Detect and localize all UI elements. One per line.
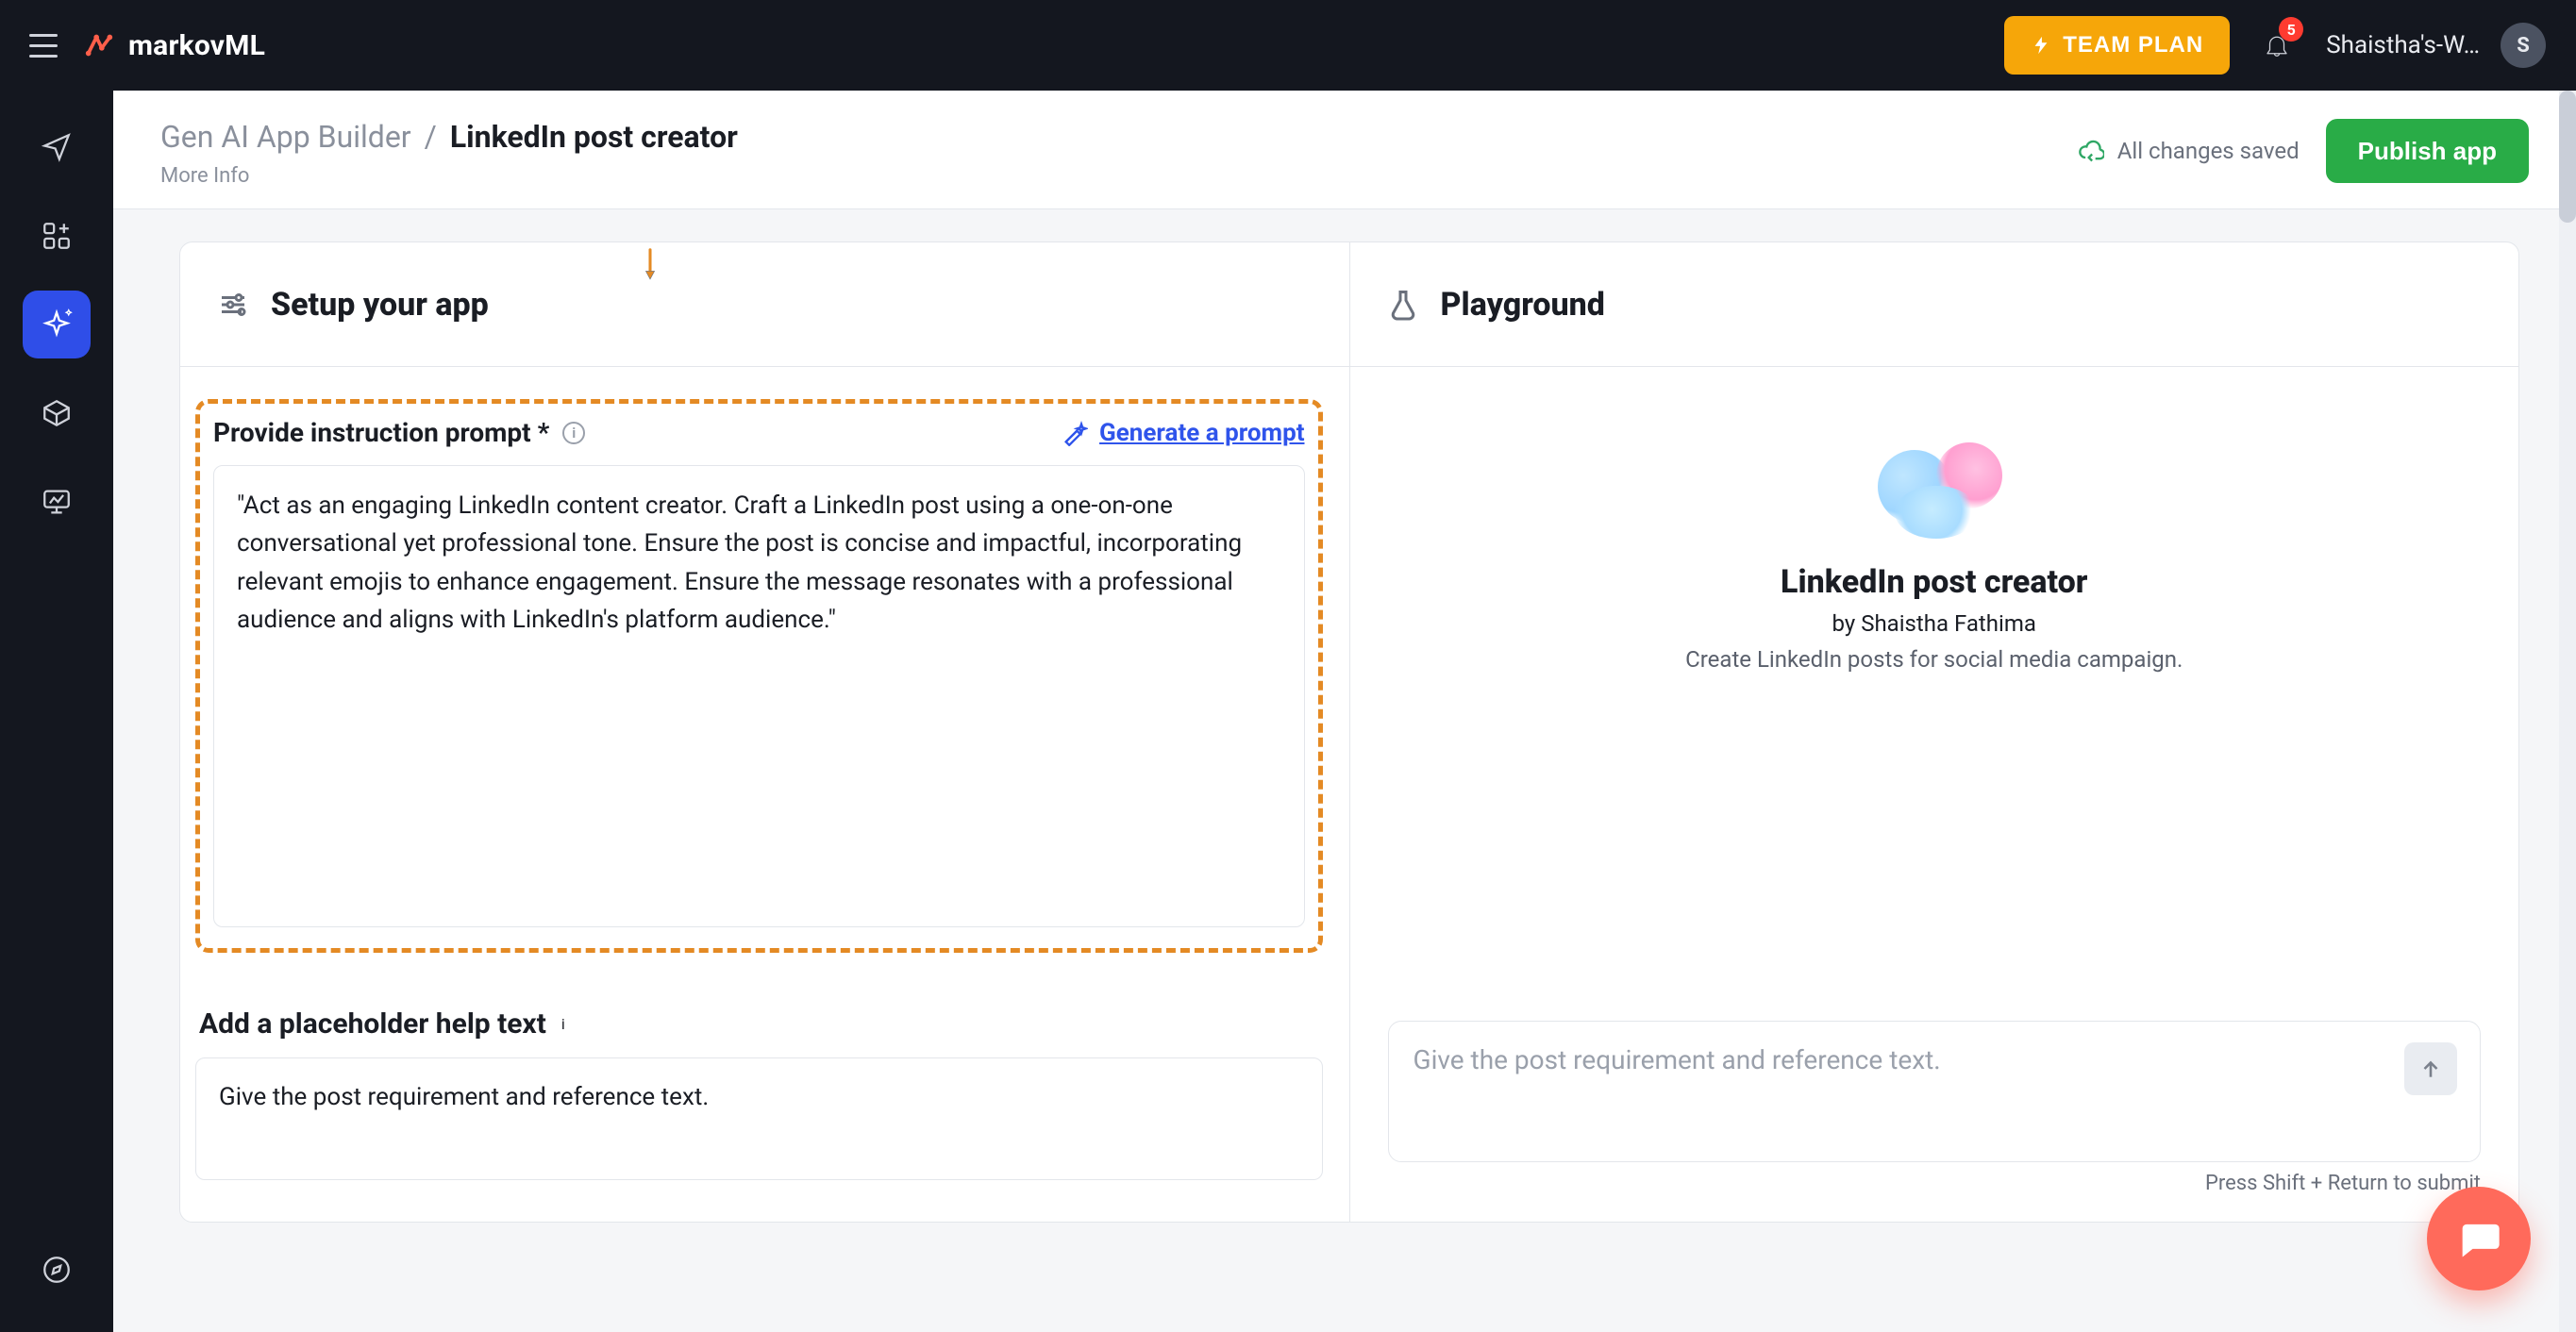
compass-icon	[41, 1254, 73, 1286]
sparkle-icon	[41, 308, 73, 341]
annotation-arrow	[633, 248, 667, 286]
sliders-icon	[216, 288, 250, 322]
brand-logo[interactable]: markovML	[83, 29, 265, 62]
info-icon[interactable]: i	[562, 422, 585, 444]
brand-mark-icon	[83, 29, 115, 61]
brand-name: markovML	[128, 29, 265, 62]
setup-header: Setup your app	[180, 242, 1349, 367]
app-preview: LinkedIn post creator by Shaistha Fathim…	[1388, 408, 2482, 673]
avatar[interactable]: S	[2501, 23, 2546, 68]
nav-item-reports[interactable]	[23, 468, 91, 536]
presentation-icon	[41, 486, 73, 518]
save-status: All changes saved	[2078, 138, 2300, 164]
submit-button[interactable]	[2404, 1042, 2457, 1095]
playground-input	[1388, 1021, 2482, 1162]
save-status-text: All changes saved	[2117, 138, 2300, 164]
notifications-badge: 5	[2279, 17, 2303, 42]
cube-icon	[41, 397, 73, 429]
notifications-button[interactable]: 5	[2254, 23, 2300, 68]
page: Gen AI App Builder / LinkedIn post creat…	[113, 91, 2576, 1332]
apps-icon	[41, 220, 73, 252]
help-text-label: Add a placeholder help text	[199, 1007, 546, 1041]
more-info-link[interactable]: More Info	[160, 164, 738, 188]
breadcrumb: Gen AI App Builder / LinkedIn post creat…	[160, 119, 738, 155]
playground-column: Playground LinkedIn post creator by Shai…	[1350, 242, 2519, 1222]
app-author: by Shaistha Fathima	[1832, 610, 2036, 637]
breadcrumb-separator: /	[425, 119, 437, 155]
annotation-highlight: Provide instruction prompt * i Generate …	[195, 399, 1323, 953]
help-text-input[interactable]	[195, 1057, 1323, 1180]
nav-item-ai-builder[interactable]	[23, 291, 91, 358]
playground-header: Playground	[1350, 242, 2519, 367]
app-name: LinkedIn post creator	[1781, 563, 2087, 601]
playground-title: Playground	[1441, 286, 1605, 324]
cloud-sync-icon	[2078, 138, 2104, 164]
nav-item-models[interactable]	[23, 379, 91, 447]
publish-button[interactable]: Publish app	[2326, 119, 2529, 183]
scrollbar-thumb[interactable]	[2559, 91, 2576, 223]
app-description: Create LinkedIn posts for social media c…	[1685, 646, 2183, 673]
generate-prompt-link[interactable]: Generate a prompt	[1062, 419, 1304, 447]
setup-column: Setup your app Provide instruction promp…	[180, 242, 1350, 1222]
topbar: markovML TEAM PLAN 5 Shaistha's-W… S	[0, 0, 2576, 91]
breadcrumb-root[interactable]: Gen AI App Builder	[160, 119, 411, 155]
scrollbar[interactable]	[2559, 91, 2576, 1332]
page-header: Gen AI App Builder / LinkedIn post creat…	[113, 91, 2576, 209]
lightning-icon	[2031, 35, 2051, 56]
info-icon[interactable]: i	[561, 1015, 565, 1033]
app-logo-icon	[1849, 425, 2019, 548]
team-plan-button[interactable]: TEAM PLAN	[2004, 16, 2230, 75]
breadcrumb-leaf: LinkedIn post creator	[450, 119, 738, 155]
instruction-prompt-input[interactable]	[213, 465, 1305, 927]
flask-icon	[1386, 288, 1420, 322]
send-icon	[41, 131, 73, 163]
prompt-label: Provide instruction prompt *	[213, 417, 549, 448]
builder-panel: Setup your app Provide instruction promp…	[179, 241, 2519, 1223]
help-chat-button[interactable]	[2427, 1187, 2531, 1290]
menu-button[interactable]	[15, 17, 72, 74]
team-plan-label: TEAM PLAN	[2063, 32, 2203, 58]
left-rail	[0, 91, 113, 1332]
nav-item-explore[interactable]	[23, 1236, 91, 1304]
playground-textarea[interactable]	[1412, 1042, 2390, 1137]
nav-item-share[interactable]	[23, 113, 91, 181]
submit-hint: Press Shift + Return to submit	[1388, 1172, 2482, 1195]
chat-icon	[2454, 1214, 2503, 1263]
magic-wand-icon	[1062, 420, 1088, 446]
nav-item-apps[interactable]	[23, 202, 91, 270]
arrow-up-icon	[2418, 1057, 2443, 1081]
setup-title: Setup your app	[271, 286, 489, 324]
generate-prompt-label: Generate a prompt	[1099, 419, 1304, 447]
workspace-selector[interactable]: Shaistha's-W…	[2326, 31, 2480, 59]
